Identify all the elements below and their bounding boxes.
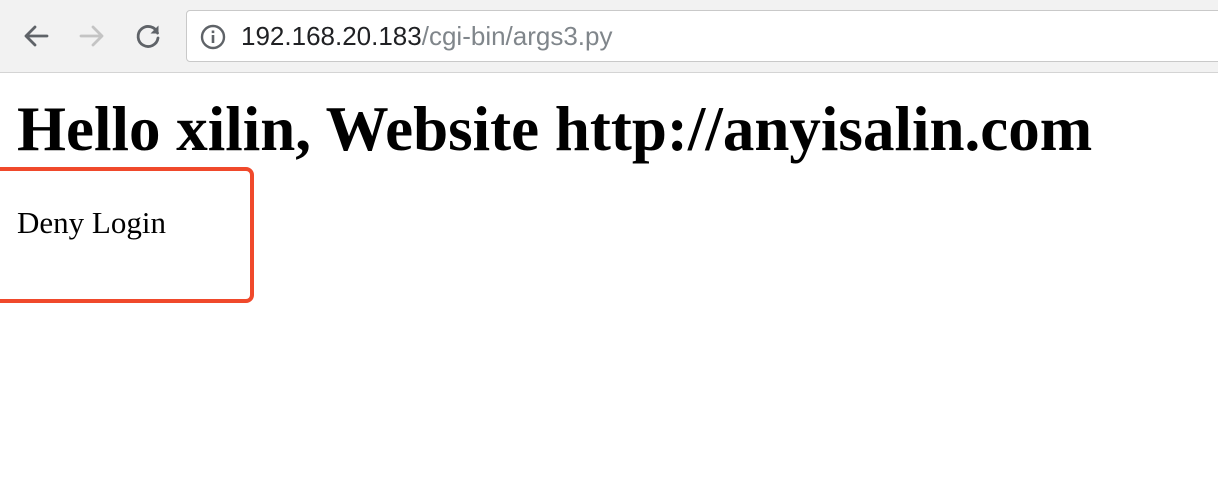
info-circle-icon[interactable] bbox=[200, 24, 226, 50]
back-button[interactable] bbox=[18, 18, 54, 54]
url-host: 192.168.20.183 bbox=[241, 21, 422, 51]
reload-icon bbox=[136, 25, 160, 48]
url-path: /cgi-bin/args3.py bbox=[421, 21, 613, 51]
browser-toolbar: 192.168.20.183/cgi-bin/args3.py bbox=[0, 0, 1218, 73]
page-heading: Hello xilin, Website http://anyisalin.co… bbox=[17, 94, 1093, 164]
reload-button[interactable] bbox=[130, 18, 166, 54]
deny-login-message: Deny Login bbox=[17, 205, 166, 240]
url-text[interactable]: 192.168.20.183/cgi-bin/args3.py bbox=[241, 11, 613, 61]
arrow-right-icon bbox=[79, 25, 104, 47]
forward-button[interactable] bbox=[74, 18, 110, 54]
arrow-left-icon bbox=[24, 25, 49, 47]
page-content: Hello xilin, Website http://anyisalin.co… bbox=[0, 74, 1218, 488]
address-bar[interactable]: 192.168.20.183/cgi-bin/args3.py bbox=[186, 10, 1218, 62]
